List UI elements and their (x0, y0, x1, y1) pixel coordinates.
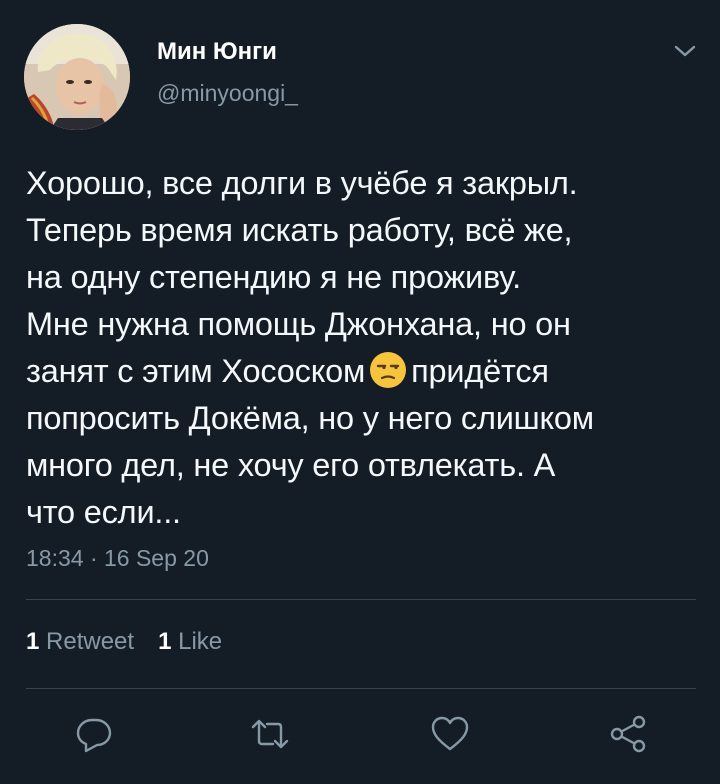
tweet-line: Мне нужна помощь Джонхана, но он (26, 306, 571, 342)
tweet-line-with-emoji: занят с этим Хососком придётся (26, 348, 698, 395)
tweet-detail: Мин Юнги @minyoongi_ Хорошо, все долги в… (0, 0, 720, 784)
tweet-timestamp[interactable]: 18:34 · 16 Sep 20 (26, 545, 209, 572)
retweet-button[interactable] (248, 712, 292, 756)
retweets-label: Retweet (46, 628, 135, 655)
divider (26, 599, 696, 600)
share-button[interactable] (606, 712, 650, 756)
likes-stat[interactable]: 1 Like (158, 628, 222, 655)
chevron-down-icon[interactable] (672, 40, 698, 62)
likes-label: Like (178, 628, 223, 655)
share-icon (610, 715, 646, 753)
tweet-stats: 1 Retweet 1 Like (26, 628, 222, 656)
likes-count: 1 (158, 628, 172, 655)
tweet-line: что если... (26, 494, 181, 530)
retweet-icon (251, 719, 289, 749)
tweet-line: Теперь время искать работу, всё же, (26, 212, 573, 248)
retweets-count: 1 (26, 628, 40, 655)
divider (26, 688, 696, 689)
retweets-stat[interactable]: 1 Retweet (26, 628, 134, 655)
tweet-line-part: занят с этим Хососком (26, 353, 366, 389)
display-name[interactable]: Мин Юнги (157, 38, 277, 66)
avatar[interactable] (24, 24, 130, 130)
tweet-line: на одну степендию я не проживу. (26, 259, 521, 295)
tweet-line: Хорошо, все долги в учёбе я закрыл. (26, 165, 578, 201)
tweet-line-part: придётся (411, 353, 549, 389)
reply-icon (76, 718, 112, 753)
tweet-line: много дел, не хочу его отвлекать. А (26, 447, 556, 483)
unamused-face-emoji (369, 351, 407, 389)
like-button[interactable] (428, 712, 472, 756)
tweet-line: попросить Докёма, но у него слишком (26, 400, 594, 436)
heart-icon (431, 716, 469, 751)
user-handle[interactable]: @minyoongi_ (157, 80, 298, 107)
reply-button[interactable] (72, 712, 116, 756)
tweet-text: Хорошо, все долги в учёбе я закрыл. Тепе… (26, 160, 698, 536)
